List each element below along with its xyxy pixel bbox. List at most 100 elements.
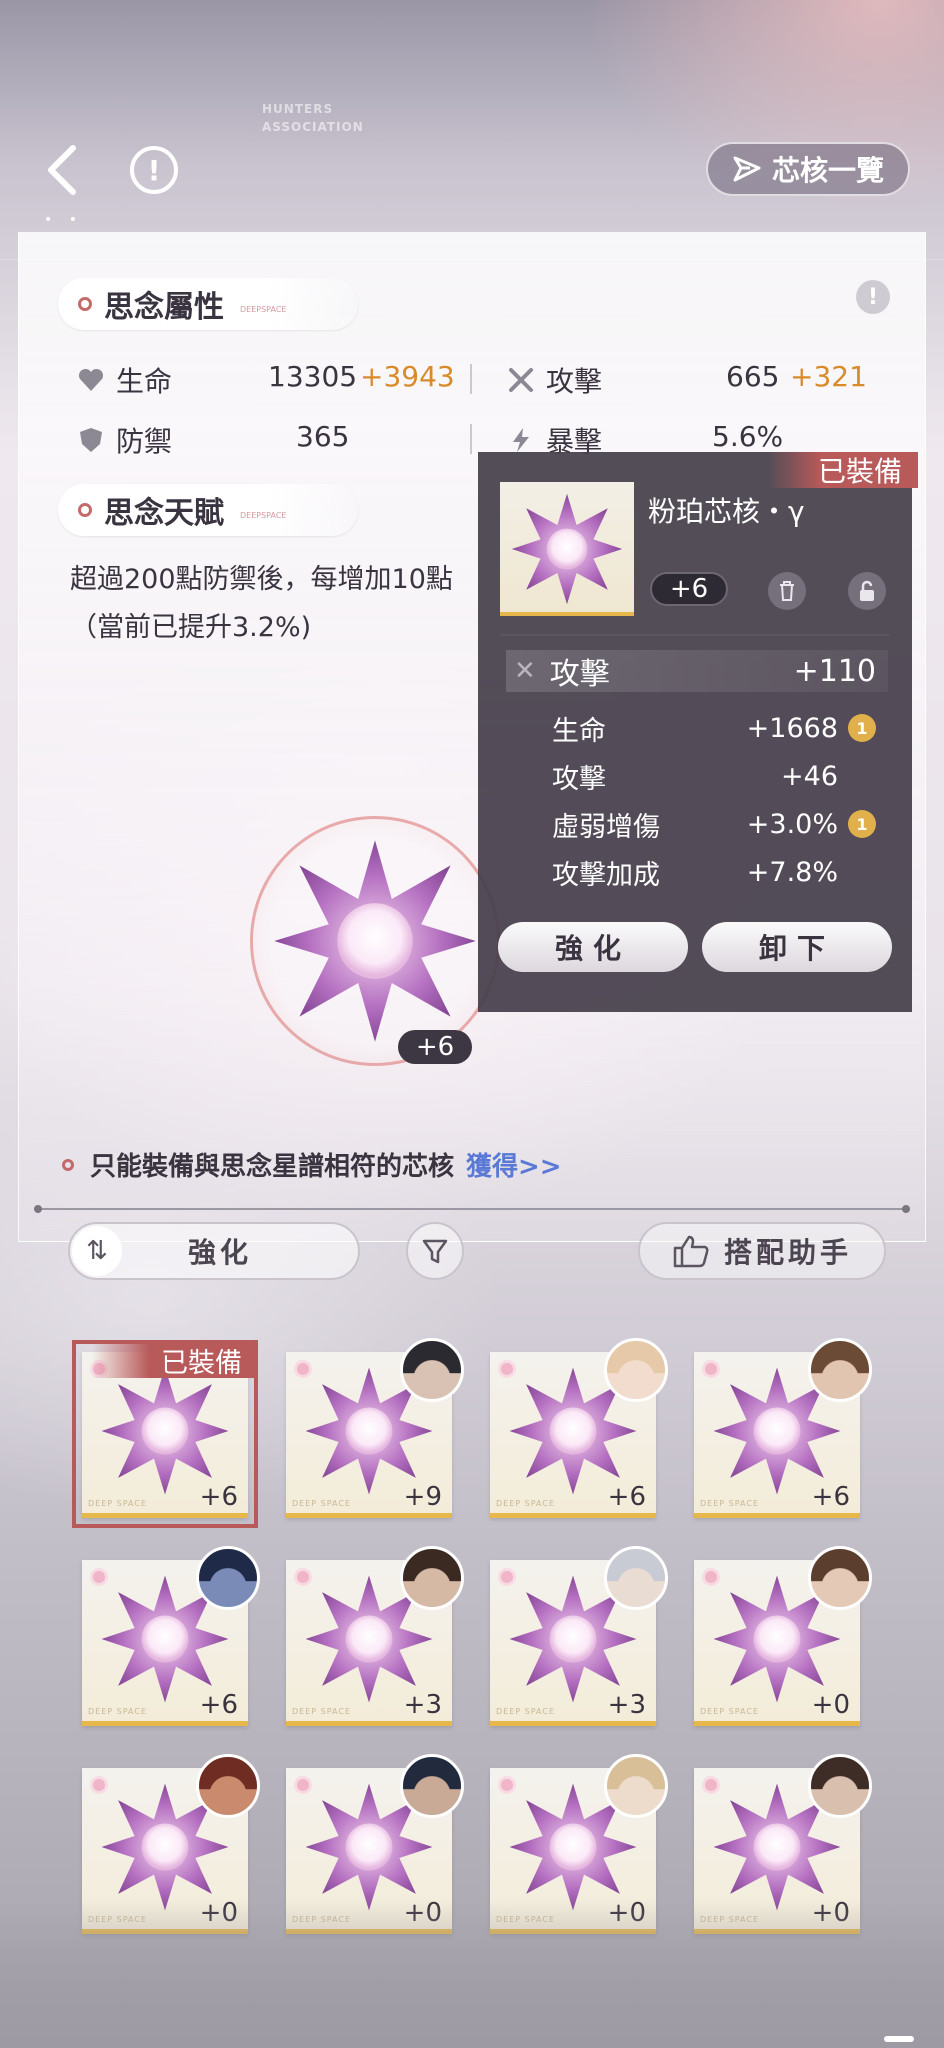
core-list-button[interactable]: 芯核一覽 (706, 142, 910, 196)
avatar-silver-hair (604, 1546, 668, 1610)
sub-stat-row: 生命 +1668 1 (552, 706, 892, 750)
core-card[interactable]: DEEP SPACE +0 (490, 1754, 668, 1934)
core-level: +3 (403, 1690, 442, 1720)
bullet-icon (78, 503, 92, 517)
stat-atk: 攻擊 (506, 360, 602, 400)
unequip-button[interactable]: 卸下 (702, 922, 892, 972)
core-card[interactable]: DEEP SPACE +0 (694, 1754, 872, 1934)
core-level: +3 (607, 1690, 646, 1720)
core-level: +0 (811, 1690, 850, 1720)
bullet-icon (78, 297, 92, 311)
divider (34, 1205, 910, 1213)
stat-crit-value: 5.6% (712, 420, 784, 453)
heart-icon (76, 365, 106, 395)
crit-icon (506, 425, 536, 455)
sort-dropdown[interactable]: ⇅ 強化 (68, 1222, 360, 1280)
match-helper-label: 搭配助手 (723, 1236, 852, 1269)
deep-space-label: DEEP SPACE (292, 1707, 351, 1716)
back-button[interactable] (38, 140, 88, 200)
obtain-link[interactable]: 獲得>> (466, 1146, 562, 1183)
equipped-tag: 已裝備 (768, 452, 918, 488)
core-level: +6 (811, 1482, 850, 1512)
rarity-bar (694, 1721, 860, 1726)
home-indicator (884, 2036, 914, 2042)
core-card[interactable]: DEEP SPACE +6 (490, 1338, 668, 1518)
core-card[interactable]: DEEP SPACE +3 (286, 1546, 464, 1726)
stat-separator (470, 424, 472, 454)
thumbs-up-icon (673, 1235, 709, 1268)
exclamation-icon: ! (867, 284, 879, 310)
core-level: +0 (811, 1898, 850, 1928)
core-card[interactable]: DEEP SPACE +0 (82, 1754, 260, 1934)
core-card[interactable]: DEEP SPACE +9 (286, 1338, 464, 1518)
sub-stat-row: 虛弱增傷 +3.0% 1 (552, 802, 892, 846)
stat-def-label: 防禦 (116, 425, 173, 458)
sort-icon[interactable]: ⇅ (72, 1226, 122, 1276)
core-card[interactable]: DEEP SPACE +6 (82, 1546, 260, 1726)
avatar-dark-blue (400, 1754, 464, 1818)
rarity-bar (286, 1721, 452, 1726)
stat-atk-bonus: +321 (790, 360, 867, 393)
sub-stat-row: 攻擊 +46 (552, 754, 892, 798)
core-type-icon (90, 1568, 108, 1586)
core-type-icon (90, 1776, 108, 1794)
trash-icon[interactable] (768, 572, 806, 610)
avatar-brown-hair (808, 1338, 872, 1402)
rarity-bar (490, 1513, 656, 1518)
core-type-icon (702, 1776, 720, 1794)
core-card[interactable]: DEEP SPACE +0 (694, 1546, 872, 1726)
core-card[interactable]: DEEP SPACE +6 (694, 1338, 872, 1518)
deep-space-label: DEEP SPACE (700, 1707, 759, 1716)
info-button[interactable]: ! (130, 146, 178, 194)
stat-hp-value: 13305 (268, 360, 358, 393)
equip-hint: 只能裝備與思念星譜相符的芯核 獲得>> (62, 1146, 562, 1183)
avatar-blue-tone (196, 1546, 260, 1610)
sort-label: 強化 (187, 1236, 252, 1269)
main-stat-label: 攻擊 (549, 657, 610, 692)
core-name: 粉珀芯核・γ (648, 495, 805, 528)
sub-stat-row: 攻擊加成 +7.8% (552, 850, 892, 894)
deep-space-label: DEEP SPACE (496, 1915, 555, 1924)
hunters-logo: HUNTERS ASSOCIATION (262, 102, 364, 134)
chevron-left-icon (48, 145, 76, 195)
deep-space-label: DEEP SPACE (292, 1499, 351, 1508)
avatar-blonde (604, 1754, 668, 1818)
core-type-icon (498, 1360, 516, 1378)
talent-title-sub: DEEPSPACE (240, 510, 287, 520)
popup-level-badge: +6 (650, 572, 728, 606)
main-stat-row: ✕ 攻擊 +110 (506, 650, 888, 692)
stat-atk-value: 665 (726, 360, 780, 393)
core-list-label: 芯核一覽 (771, 154, 884, 187)
match-helper-button[interactable]: 搭配助手 (638, 1222, 886, 1280)
sub-stat-label: 攻擊 (552, 763, 606, 795)
sub-stat-label: 生命 (552, 715, 606, 747)
core-detail-popup: 已裝備 粉珀芯核・γ +6 ✕ 攻擊 +110 生命 +1668 1 攻擊 +4… (478, 452, 918, 1012)
rarity-bar (82, 1929, 248, 1934)
rarity-bar (286, 1513, 452, 1518)
attributes-title: 思念屬性 (104, 290, 224, 325)
filter-button[interactable] (406, 1222, 464, 1280)
stat-def-value: 365 (296, 420, 350, 453)
deep-space-label: DEEP SPACE (496, 1707, 555, 1716)
avatar-dark-warm (808, 1754, 872, 1818)
deep-space-label: DEEP SPACE (700, 1499, 759, 1508)
deep-space-label: DEEP SPACE (88, 1915, 147, 1924)
core-type-icon (498, 1776, 516, 1794)
core-type-icon (294, 1360, 312, 1378)
talent-header: 思念天賦 DEEPSPACE (58, 484, 358, 536)
sub-stat-value: +1668 (746, 712, 838, 744)
shield-icon (76, 425, 106, 455)
rarity-bar (286, 1929, 452, 1934)
core-card[interactable]: DEEP SPACE +3 (490, 1546, 668, 1726)
star-core-icon (274, 840, 476, 1042)
popup-divider (500, 634, 890, 636)
bullet-icon (62, 1158, 74, 1171)
core-card[interactable]: DEEP SPACE +0 (286, 1754, 464, 1934)
deep-space-label: DEEP SPACE (496, 1499, 555, 1508)
attributes-info-button[interactable]: ! (856, 280, 890, 314)
enhance-button[interactable]: 強化 (498, 922, 688, 972)
swords-icon (506, 365, 536, 395)
upgrade-count-badge: 1 (848, 714, 876, 742)
sub-stat-value: +7.8% (746, 856, 838, 888)
unlock-icon[interactable] (848, 572, 886, 610)
